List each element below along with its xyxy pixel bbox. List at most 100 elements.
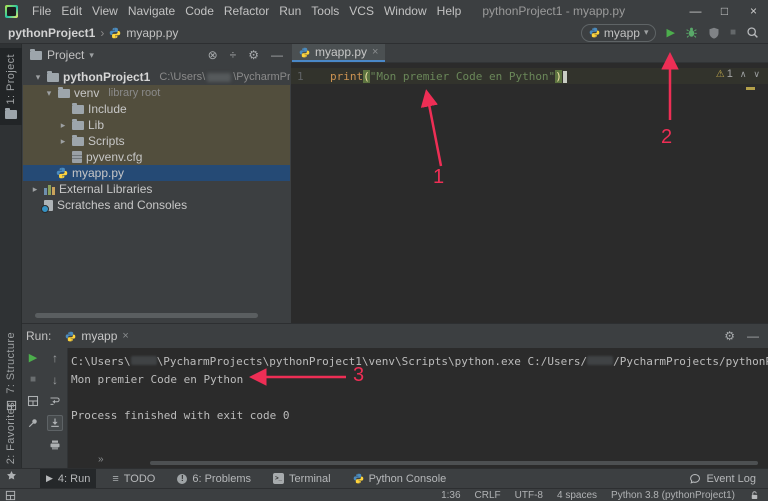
print-icon[interactable]: [49, 439, 61, 451]
search-everywhere-icon[interactable]: [746, 26, 759, 39]
breadcrumb-file[interactable]: myapp.py: [126, 26, 178, 40]
write-access-lock-icon[interactable]: [749, 490, 760, 501]
menu-refactor[interactable]: Refactor: [219, 4, 274, 18]
hide-panel-icon[interactable]: —: [271, 48, 283, 62]
pycharm-window: File Edit View Navigate Code Refactor Ru…: [0, 0, 768, 501]
soft-wrap-icon[interactable]: [49, 395, 61, 407]
tree-item-label: venv: [74, 86, 99, 100]
coverage-button[interactable]: [708, 27, 720, 39]
warning-icon[interactable]: ⚠: [716, 69, 725, 80]
tool-tab-favorites[interactable]: 2: Favorites: [0, 396, 22, 487]
code-editor[interactable]: 1 print("Mon premier Code en Python") ⚠ …: [291, 63, 768, 323]
gear-icon[interactable]: ⚙: [724, 329, 735, 343]
down-stack-trace-icon[interactable]: ↓: [52, 373, 58, 387]
tool-button-terminal[interactable]: >_ Terminal: [267, 469, 337, 488]
chevron-down-icon[interactable]: ▾: [89, 50, 94, 61]
menu-window[interactable]: Window: [379, 4, 432, 18]
tree-item-scratches[interactable]: Scratches and Consoles: [23, 197, 290, 213]
tool-button-problems[interactable]: ! 6: Problems: [171, 469, 257, 488]
code-line[interactable]: print("Mon premier Code en Python"): [330, 70, 567, 83]
editor-tab-label: myapp.py: [315, 45, 367, 59]
console-blank-line: [71, 389, 768, 407]
prev-problem-icon[interactable]: ∧: [740, 69, 747, 80]
more-icon[interactable]: »: [98, 454, 104, 465]
menu-tools[interactable]: Tools: [306, 4, 344, 18]
text-cursor: [563, 71, 567, 83]
layout-toggle-icon[interactable]: [5, 490, 16, 501]
tree-item-lib[interactable]: ▸ Lib: [23, 117, 290, 133]
breadcrumb-project[interactable]: pythonProject1: [8, 26, 95, 40]
expand-arrow-icon[interactable]: ▸: [58, 120, 68, 131]
tree-item-label: Scratches and Consoles: [57, 198, 187, 212]
python-file-icon: [299, 47, 310, 58]
library-root-label: library root: [108, 87, 160, 99]
hide-panel-icon[interactable]: —: [747, 329, 759, 343]
gear-icon[interactable]: ⚙: [248, 48, 259, 62]
menu-file[interactable]: File: [27, 4, 56, 18]
menu-navigate[interactable]: Navigate: [123, 4, 180, 18]
tree-item-pythonproject1[interactable]: ▾ pythonProject1 C:\Users\\PycharmProjec…: [23, 69, 290, 85]
run-console[interactable]: C:\Users\\PycharmProjects\pythonProject1…: [67, 348, 768, 468]
tool-button-todo[interactable]: ≡ TODO: [106, 469, 161, 488]
close-icon[interactable]: ×: [372, 46, 378, 58]
expand-arrow-icon[interactable]: ▾: [33, 72, 43, 83]
close-button[interactable]: ×: [739, 4, 768, 18]
tool-tab-project[interactable]: 1: Project: [0, 48, 22, 125]
menu-view[interactable]: View: [87, 4, 123, 18]
tool-button-run[interactable]: ▶ 4: Run: [40, 469, 96, 488]
project-panel-title[interactable]: Project: [47, 48, 84, 62]
menu-run[interactable]: Run: [274, 4, 306, 18]
close-icon[interactable]: ×: [122, 330, 128, 342]
locate-file-icon[interactable]: ⊗: [208, 48, 218, 62]
tree-item-scripts[interactable]: ▸ Scripts: [23, 133, 290, 149]
tree-item-external-libraries[interactable]: ▸ External Libraries: [23, 181, 290, 197]
tool-button-terminal-label: Terminal: [289, 473, 331, 485]
expand-arrow-icon[interactable]: ▾: [44, 88, 54, 99]
up-stack-trace-icon[interactable]: ↑: [52, 351, 58, 365]
scroll-to-end-icon[interactable]: [47, 415, 63, 431]
interpreter[interactable]: Python 3.8 (pythonProject1): [611, 490, 735, 501]
rerun-button[interactable]: ▶: [29, 351, 37, 364]
line-number: 1: [297, 70, 304, 83]
editor-tab-myapp[interactable]: myapp.py ×: [292, 44, 385, 62]
menu-edit[interactable]: Edit: [56, 4, 87, 18]
event-log-button[interactable]: Event Log: [689, 473, 768, 485]
restore-layout-icon[interactable]: [27, 395, 39, 407]
run-button[interactable]: ▶: [666, 26, 674, 39]
tool-button-python-console[interactable]: Python Console: [347, 469, 453, 488]
run-config-selector[interactable]: myapp ▾: [581, 24, 657, 42]
tool-button-python-console-label: Python Console: [369, 473, 447, 485]
console-scrollbar[interactable]: [150, 461, 758, 465]
maximize-button[interactable]: □: [710, 4, 739, 18]
navigation-bar: pythonProject1 › myapp.py myapp ▾ ▶ ■: [0, 22, 768, 44]
pin-icon[interactable]: [27, 417, 39, 429]
tool-tab-favorites-label: 2: Favorites: [5, 402, 17, 464]
minimize-button[interactable]: —: [681, 4, 710, 18]
menu-vcs[interactable]: VCS: [344, 4, 379, 18]
tree-item-include[interactable]: Include: [23, 101, 290, 117]
expand-arrow-icon[interactable]: ▸: [58, 136, 68, 147]
tree-item-pyvenv-cfg[interactable]: pyvenv.cfg: [23, 149, 290, 165]
stop-button[interactable]: ■: [730, 27, 736, 38]
menu-help[interactable]: Help: [432, 4, 467, 18]
debug-button[interactable]: [685, 26, 698, 39]
tree-item-label: pyvenv.cfg: [86, 150, 142, 164]
collapse-all-icon[interactable]: ÷: [230, 48, 237, 62]
tree-item-myapp-py[interactable]: myapp.py: [23, 165, 290, 181]
project-panel: Project ▾ ⊗ ÷ ⚙ — ▾ pythonProject1 C:\Us…: [23, 44, 290, 323]
stop-button[interactable]: ■: [30, 374, 36, 385]
line-separator[interactable]: CRLF: [475, 490, 501, 501]
pycharm-logo-icon: [5, 5, 18, 18]
next-problem-icon[interactable]: ∨: [753, 69, 760, 80]
chevron-down-icon: ▾: [644, 27, 649, 38]
menu-code[interactable]: Code: [180, 4, 219, 18]
file-encoding[interactable]: UTF-8: [515, 490, 543, 501]
expand-arrow-icon[interactable]: ▸: [30, 184, 40, 195]
warning-count[interactable]: 1: [727, 68, 733, 80]
warning-stripe-mark[interactable]: [746, 87, 755, 90]
tree-item-venv[interactable]: ▾ venv library root: [23, 85, 290, 101]
run-tab-myapp[interactable]: myapp ×: [59, 329, 134, 343]
caret-position[interactable]: 1:36: [441, 490, 460, 501]
indent-setting[interactable]: 4 spaces: [557, 490, 597, 501]
horizontal-scrollbar[interactable]: [35, 313, 258, 318]
